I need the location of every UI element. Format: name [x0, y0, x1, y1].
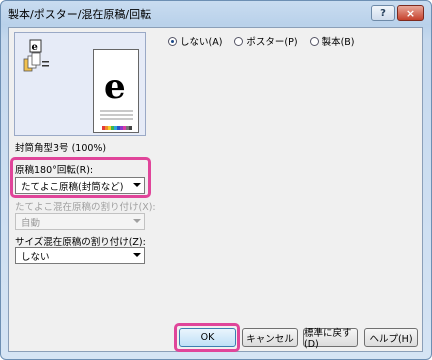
rotate-highlight-frame — [10, 157, 151, 198]
size-mixed-combo[interactable]: しない — [15, 247, 145, 264]
mixed-orientation-label: たてよこ混在原稿の割り付け(X): — [15, 202, 156, 213]
preview-text-line — [100, 110, 133, 112]
close-icon: × — [405, 6, 416, 20]
dialog-body: e e 封筒角型3号 (100%) しない(A) ポスター(P) 製本(B) 原… — [8, 27, 423, 352]
radio-icon — [309, 36, 319, 46]
size-mixed-label: サイズ混在原稿の割り付け(Z): — [15, 237, 146, 248]
help-button[interactable]: ヘルプ(H) — [364, 328, 418, 347]
radio-label: ポスター(P) — [246, 37, 298, 48]
radio-label: しない(A) — [180, 37, 223, 48]
document-stack-icon: e — [23, 39, 49, 72]
radio-booklet[interactable]: 製本(B) — [309, 34, 355, 48]
preview-panel: e e — [14, 32, 146, 136]
mixed-orientation-value: 自動 — [21, 217, 41, 229]
layout-radio-group: しない(A) ポスター(P) 製本(B) — [168, 34, 367, 48]
radio-label: 製本(B) — [321, 37, 355, 48]
title-help-button[interactable]: ? — [371, 5, 395, 21]
radio-none[interactable]: しない(A) — [168, 34, 222, 48]
dialog-window: 製本/ポスター/混在原稿/回転 ? × e e 封筒角型3号 (100%) しな… — [0, 0, 432, 360]
preview-page-glyph: e — [104, 67, 126, 107]
title-bar: 製本/ポスター/混在原稿/回転 ? × — [1, 1, 431, 25]
restore-defaults-button[interactable]: 標準に戻す(D) — [303, 328, 358, 350]
preview-page: e — [93, 49, 139, 133]
paper-size-caption: 封筒角型3号 (100%) — [15, 143, 107, 154]
radio-selected-icon — [168, 36, 177, 46]
chevron-down-icon — [133, 219, 141, 223]
window-title: 製本/ポスター/混在原稿/回転 — [8, 8, 152, 21]
mixed-orientation-combo: 自動 — [15, 213, 145, 230]
preview-text-line — [100, 118, 133, 120]
radio-poster[interactable]: ポスター(P) — [234, 34, 298, 48]
svg-text:e: e — [32, 42, 38, 53]
title-close-button[interactable]: × — [397, 5, 424, 21]
preview-text-line — [100, 114, 133, 116]
radio-icon — [234, 36, 244, 46]
color-strip — [102, 126, 132, 130]
chevron-down-icon — [133, 253, 141, 257]
ok-highlight-frame — [174, 323, 240, 352]
help-icon: ? — [380, 7, 386, 19]
size-mixed-value: しない — [21, 251, 50, 263]
cancel-button[interactable]: キャンセル — [242, 328, 298, 347]
